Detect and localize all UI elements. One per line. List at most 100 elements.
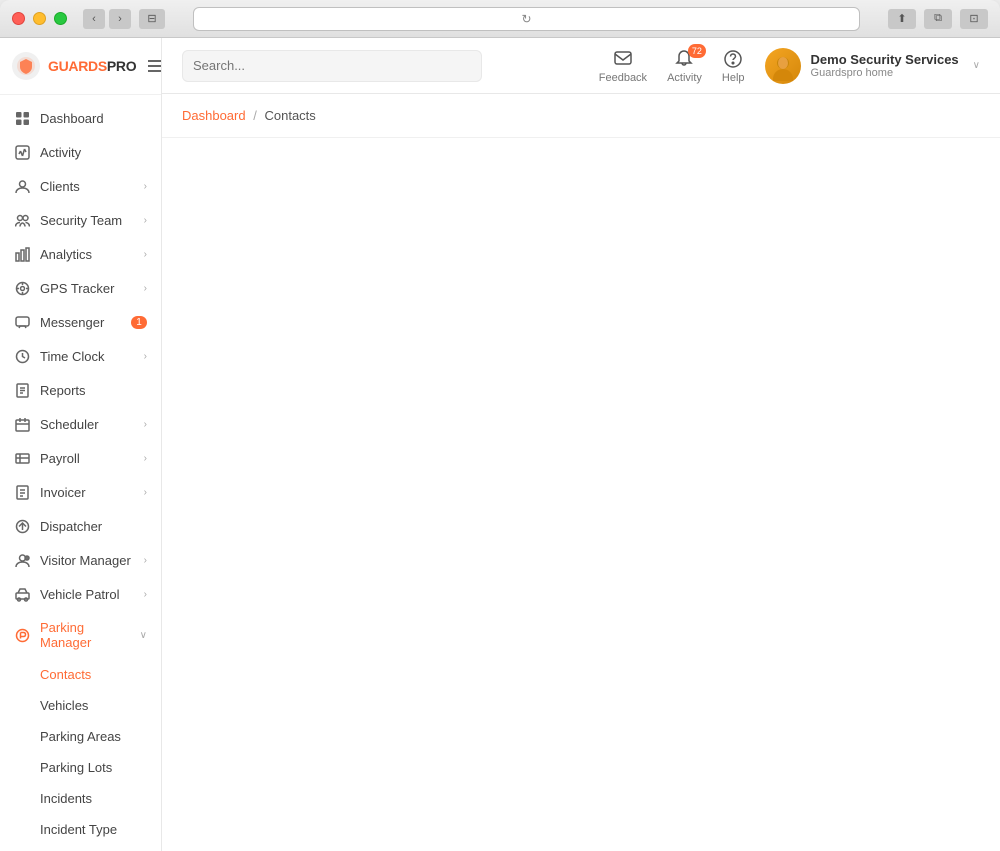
user-name: Demo Security Services (811, 52, 959, 67)
search-input[interactable] (193, 58, 471, 73)
close-window-button[interactable] (12, 12, 25, 25)
chevron-right-icon: › (144, 283, 147, 294)
clock-icon (14, 348, 30, 364)
sidebar-item-gps-tracker[interactable]: GPS Tracker › (0, 271, 161, 305)
sidebar-item-vehicle-patrol[interactable]: Vehicle Patrol › (0, 577, 161, 611)
sidebar-item-invoicer[interactable]: Invoicer › (0, 475, 161, 509)
sidebar-item-dashboard[interactable]: Dashboard (0, 101, 161, 135)
sidebar-subitem-vehicles-label: Vehicles (40, 698, 88, 713)
sidebar-item-messenger[interactable]: Messenger 1 (0, 305, 161, 339)
chevron-right-icon: › (144, 181, 147, 192)
content-area (162, 138, 1000, 851)
sidebar-item-dashboard-label: Dashboard (40, 111, 147, 126)
sidebar-navigation: Dashboard Activity (0, 95, 161, 851)
breadcrumb-current: Contacts (264, 108, 315, 123)
messenger-badge: 1 (131, 316, 147, 329)
sidebar-subitem-incident-type[interactable]: Incident Type (0, 814, 161, 845)
breadcrumb-separator: / (253, 108, 257, 123)
sidebar-item-scheduler[interactable]: Scheduler › (0, 407, 161, 441)
sidebar-toggle-button[interactable]: ⊟ (139, 9, 165, 29)
invoicer-icon (14, 484, 30, 500)
sidebar-subitem-incidents-label: Incidents (40, 791, 92, 806)
sidebar-subitem-vehicles[interactable]: Vehicles (0, 690, 161, 721)
user-profile-button[interactable]: Demo Security Services Guardspro home ∨ (765, 48, 980, 84)
scheduler-icon (14, 416, 30, 432)
sidebar-subitem-contacts-label: Contacts (40, 667, 91, 682)
sidebar-subitem-incidents[interactable]: Incidents (0, 783, 161, 814)
sidebar-subitem-parking-areas[interactable]: Parking Areas (0, 721, 161, 752)
sidebar-item-activity[interactable]: Activity (0, 135, 161, 169)
sidebar-subitem-incident-type-label: Incident Type (40, 822, 117, 837)
share-button[interactable]: ⬆ (888, 9, 916, 29)
sidebar-subitem-parking-lots-label: Parking Lots (40, 760, 112, 775)
logo-icon (12, 52, 40, 80)
activity-label: Activity (667, 72, 702, 84)
grid-icon (14, 110, 30, 126)
analytics-icon (14, 246, 30, 262)
search-bar[interactable] (182, 50, 482, 82)
sidebar-item-parking-manager-label: Parking Manager (40, 620, 130, 650)
sidebar-item-reports[interactable]: Reports (0, 373, 161, 407)
payroll-icon (14, 450, 30, 466)
sidebar-item-payroll[interactable]: Payroll › (0, 441, 161, 475)
main-content: Feedback 72 Activity (162, 38, 1000, 851)
sidebar-item-dispatcher-label: Dispatcher (40, 519, 147, 534)
sidebar-item-security-team[interactable]: Security Team › (0, 203, 161, 237)
minimize-window-button[interactable] (33, 12, 46, 25)
chevron-right-icon: › (144, 351, 147, 362)
help-icon (722, 48, 744, 70)
activity-button[interactable]: 72 Activity (667, 48, 702, 84)
sidebar-item-scheduler-label: Scheduler (40, 417, 134, 432)
sidebar-item-time-clock-label: Time Clock (40, 349, 134, 364)
reload-icon: ↻ (521, 12, 531, 26)
feedback-icon (612, 48, 634, 70)
help-label: Help (722, 72, 745, 84)
hamburger-menu-button[interactable] (144, 56, 162, 76)
messenger-icon (14, 314, 30, 330)
activity-icon (14, 144, 30, 160)
sidebar-subitem-contacts[interactable]: Contacts (0, 659, 161, 690)
new-tab-button[interactable]: ⧉ (924, 9, 952, 29)
sidebar-item-visitor-manager-label: Visitor Manager (40, 553, 134, 568)
breadcrumb: Dashboard / Contacts (162, 94, 1000, 138)
chevron-right-icon: › (144, 487, 147, 498)
sidebar-item-security-team-label: Security Team (40, 213, 134, 228)
sidebar-item-parking-manager[interactable]: Parking Manager ∨ (0, 611, 161, 659)
chevron-right-icon: › (144, 215, 147, 226)
header-actions: Feedback 72 Activity (599, 48, 980, 84)
title-bar: ‹ › ⊟ ↻ ⬆ ⧉ ⊡ (0, 0, 1000, 38)
sidebar-item-payroll-label: Payroll (40, 451, 134, 466)
chevron-right-icon: › (144, 589, 147, 600)
logo-text: GUARDSPRO (48, 58, 136, 74)
sidebar-subitem-parking-lots[interactable]: Parking Lots (0, 752, 161, 783)
breadcrumb-parent-link[interactable]: Dashboard (182, 108, 246, 123)
maximize-window-button[interactable] (54, 12, 67, 25)
sidebar-header: GUARDSPRO (0, 38, 161, 95)
chevron-right-icon: › (144, 419, 147, 430)
user-org: Guardspro home (811, 67, 959, 79)
clients-icon (14, 178, 30, 194)
sidebar-item-time-clock[interactable]: Time Clock › (0, 339, 161, 373)
sidebar-item-clients[interactable]: Clients › (0, 169, 161, 203)
reports-icon (14, 382, 30, 398)
sidebar-item-analytics[interactable]: Analytics › (0, 237, 161, 271)
top-header: Feedback 72 Activity (162, 38, 1000, 94)
parking-icon (14, 627, 30, 643)
forward-button[interactable]: › (109, 9, 131, 29)
app-window: ‹ › ⊟ ↻ ⬆ ⧉ ⊡ GUARDSPRO (0, 0, 1000, 851)
chevron-right-icon: › (144, 249, 147, 260)
url-bar[interactable]: ↻ (193, 7, 860, 31)
vehicle-icon (14, 586, 30, 602)
sidebar-subitem-parking-areas-label: Parking Areas (40, 729, 121, 744)
sidebar-item-dispatcher[interactable]: Dispatcher (0, 509, 161, 543)
sidebar-item-invoicer-label: Invoicer (40, 485, 134, 500)
sidebar-item-visitor-manager[interactable]: Visitor Manager › (0, 543, 161, 577)
back-button[interactable]: ‹ (83, 9, 105, 29)
activity-badge: 72 (688, 44, 706, 59)
help-button[interactable]: Help (722, 48, 745, 84)
feedback-button[interactable]: Feedback (599, 48, 647, 84)
sidebar-item-analytics-label: Analytics (40, 247, 134, 262)
feedback-label: Feedback (599, 72, 647, 84)
user-menu-chevron-icon: ∨ (973, 60, 980, 71)
fullscreen-button[interactable]: ⊡ (960, 9, 988, 29)
